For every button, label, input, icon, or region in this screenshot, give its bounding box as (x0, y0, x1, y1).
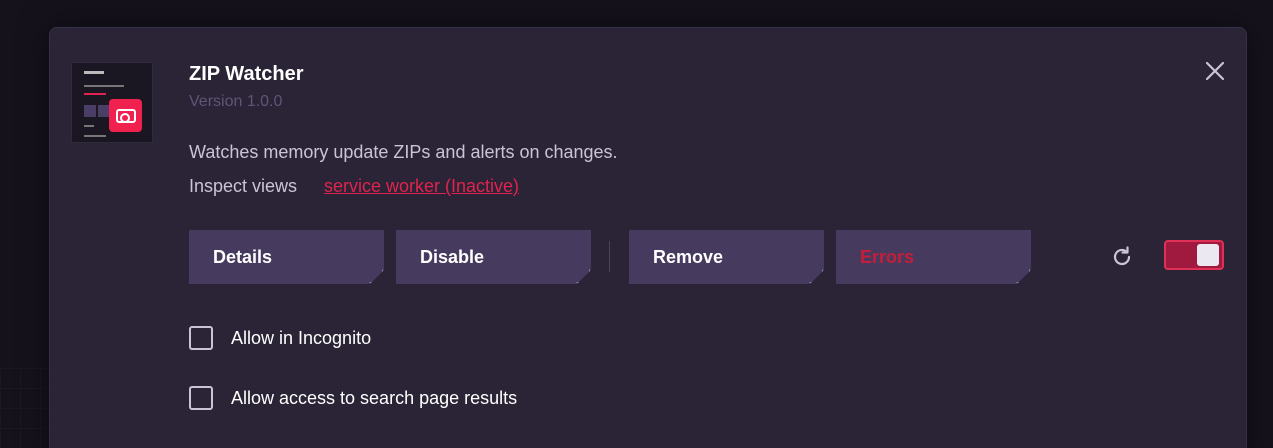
option-row-search-access: Allow access to search page results (189, 386, 517, 410)
thumbnail-text-line (84, 125, 94, 127)
extension-version: Version 1.0.0 (189, 93, 283, 110)
disable-button[interactable]: Disable (396, 230, 591, 284)
remove-button[interactable]: Remove (629, 230, 824, 284)
search-access-label: Allow access to search page results (231, 387, 518, 408)
thumbnail-text-line (84, 85, 124, 87)
details-button-label: Details (213, 246, 273, 267)
button-divider (609, 241, 610, 272)
thumbnail-text-line (84, 135, 106, 137)
search-access-checkbox[interactable] (189, 386, 213, 410)
close-icon[interactable] (1203, 59, 1227, 83)
extension-logo-icon (109, 99, 142, 132)
thumbnail-button (84, 105, 96, 117)
extension-name: ZIP Watcher (189, 63, 304, 85)
incognito-checkbox[interactable] (189, 326, 213, 350)
thumbnail-title-line (84, 71, 104, 74)
details-button[interactable]: Details (189, 230, 384, 284)
reload-icon[interactable] (1110, 245, 1134, 269)
extension-thumbnail (71, 62, 153, 143)
thumbnail-link-line (84, 93, 106, 95)
extension-description: Watches memory update ZIPs and alerts on… (189, 142, 618, 162)
errors-button-label: Errors (860, 246, 915, 267)
incognito-label: Allow in Incognito (231, 327, 372, 348)
inspect-views-label: Inspect views (189, 176, 298, 196)
service-worker-link[interactable]: service worker (Inactive) (324, 176, 519, 197)
toggle-knob (1197, 244, 1219, 266)
option-row-incognito: Allow in Incognito (189, 326, 371, 350)
errors-button[interactable]: Errors (836, 230, 1031, 284)
remove-button-label: Remove (653, 246, 724, 267)
enable-toggle[interactable] (1164, 240, 1224, 270)
disable-button-label: Disable (420, 246, 485, 267)
